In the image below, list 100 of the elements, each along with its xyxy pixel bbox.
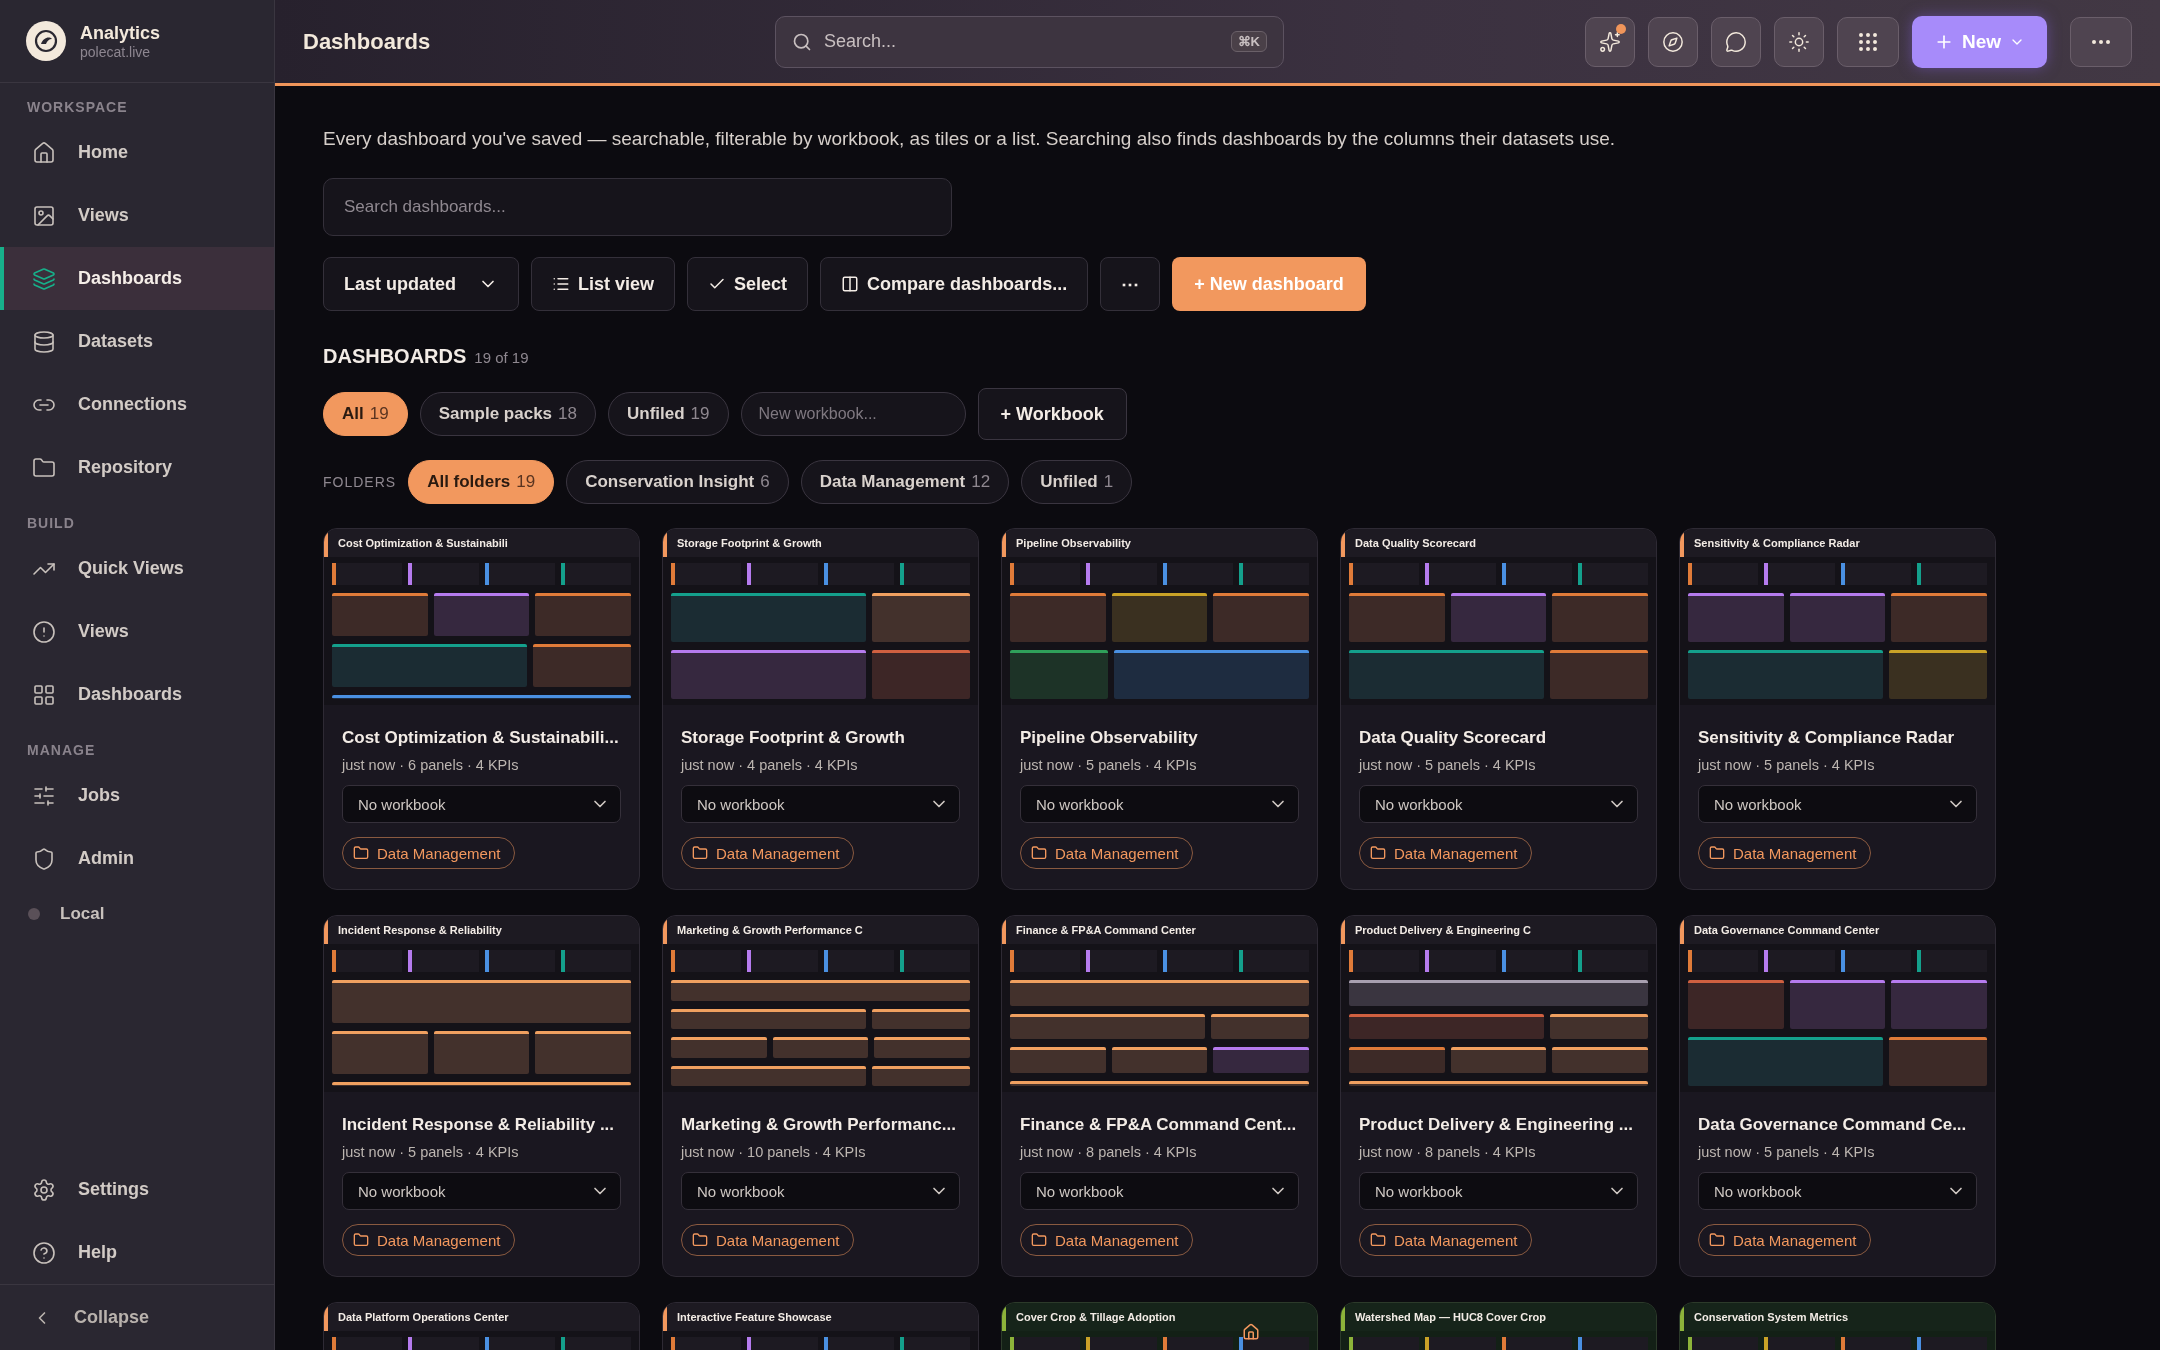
workbook-select[interactable]: No workbook <box>1698 1172 1977 1210</box>
dashboard-card[interactable]: Pipeline Observability Pipeline Observability just now · 5 panels · 4 KPIs No workbook Data Management <box>1001 528 1318 890</box>
filter-chip[interactable]: Sample packs 18 <box>419 392 596 436</box>
dashboard-card[interactable]: Data Platform Operations Center <box>323 1302 640 1350</box>
compare-icon <box>841 275 860 293</box>
theme-button[interactable] <box>1773 16 1824 67</box>
search-field[interactable]: Search dashboards... <box>323 178 952 236</box>
dashboard-card[interactable]: Incident Response & Reliability Incident Response & Reliability ... just now · 5 panels · 4 KPIs No workbook Data Management <box>323 915 640 1277</box>
alert-icon <box>32 619 56 644</box>
card-header: Cover Crop & Tillage Adoption <box>1002 1303 1317 1331</box>
nav-item[interactable]: Admin <box>0 827 274 890</box>
compare-button[interactable]: Compare dashboards... <box>820 257 1089 311</box>
card-title: Cost Optimization & Sustainabili... <box>342 727 620 749</box>
folder-icon <box>1709 1232 1725 1248</box>
card-meta: just now · 8 panels · 4 KPIs <box>1020 1144 1198 1160</box>
folder-chip[interactable]: Data Management 12 <box>800 460 1010 504</box>
workbook-select[interactable]: No workbook <box>1698 785 1977 823</box>
add-workbook-button[interactable]: + Workbook <box>977 388 1127 440</box>
card-meta: just now · 10 panels · 4 KPIs <box>681 1144 867 1160</box>
shield-icon <box>32 846 56 871</box>
collapse-button[interactable]: Collapse <box>0 1284 274 1350</box>
card-title: Incident Response & Reliability ... <box>342 1114 616 1136</box>
card-header: Finance & FP&A Command Center <box>1002 916 1317 944</box>
section-count: 19 of 19 <box>474 349 529 366</box>
apps-button[interactable] <box>1836 16 1899 67</box>
dashboard-card[interactable]: Finance & FP&A Command Center Finance & FP&A Command Cent... just now · 8 panels · 4 KPIs No workbook Data Management <box>1001 915 1318 1277</box>
workbook-select[interactable]: No workbook <box>1020 1172 1299 1210</box>
folder-chip[interactable]: All folders 19 <box>408 460 555 504</box>
nav-item[interactable]: Connections <box>0 373 274 436</box>
dashboard-card[interactable]: Cost Optimization & Sustainabili Cost Optimization & Sustainabili... just now · 6 panels · 4 KPIs No workbook Data Management <box>323 528 640 890</box>
section-heading: BUILD <box>26 514 76 533</box>
sliders-icon <box>32 783 56 808</box>
help-icon <box>32 1240 56 1265</box>
nav-item[interactable]: Datasets <box>0 310 274 373</box>
nav-item[interactable]: Quick Views <box>0 537 274 600</box>
list-button[interactable]: List view <box>531 257 676 311</box>
app-domain: polecat.live <box>80 43 152 60</box>
card-meta: just now · 5 panels · 4 KPIs <box>1020 757 1198 773</box>
nav-item[interactable]: Settings <box>0 1158 274 1221</box>
new-workbook-field[interactable]: New workbook... <box>740 392 966 436</box>
card-header: Conservation System Metrics <box>1680 1303 1995 1331</box>
card-header: Data Platform Operations Center <box>324 1303 639 1331</box>
card-header: Data Quality Scorecard <box>1341 529 1656 557</box>
section-title: DASHBOARDS <box>323 345 467 368</box>
card-meta: just now · 5 panels · 4 KPIs <box>1359 757 1537 773</box>
page-title: Dashboards <box>303 28 432 55</box>
nav-item[interactable]: Jobs <box>0 764 274 827</box>
nav-item[interactable]: Help <box>0 1221 274 1284</box>
database-icon <box>32 329 56 354</box>
folder-chip[interactable]: Unfiled 1 <box>1021 460 1133 504</box>
sort-select[interactable]: Last updated <box>323 257 519 311</box>
search-field[interactable]: Search... ⌘K <box>775 15 1284 68</box>
dashboard-card[interactable]: Cover Crop & Tillage Adoption <box>1001 1302 1318 1350</box>
folder-icon <box>353 1232 369 1248</box>
more-button[interactable]: ⋯ <box>1100 257 1161 311</box>
card-header: Cost Optimization & Sustainabili <box>324 529 639 557</box>
card-header: Watershed Map — HUC8 Cover Crop <box>1341 1303 1656 1331</box>
workbook-select[interactable]: No workbook <box>342 785 621 823</box>
sparkle-icon <box>1598 30 1621 53</box>
dashboard-card[interactable]: Data Quality Scorecard Data Quality Scorecard just now · 5 panels · 4 KPIs No workbook Data Management <box>1340 528 1657 890</box>
dashboard-card[interactable]: Storage Footprint & Growth Storage Footprint & Growth just now · 4 panels · 4 KPIs No workbook Data Management <box>662 528 979 890</box>
card-meta: just now · 5 panels · 4 KPIs <box>1698 757 1876 773</box>
card-title: Data Quality Scorecard <box>1359 727 1548 749</box>
workbook-select[interactable]: No workbook <box>681 785 960 823</box>
card-header: Marketing & Growth Performance C <box>663 916 978 944</box>
nav-item[interactable]: Views <box>0 184 274 247</box>
workbook-select[interactable]: No workbook <box>1359 785 1638 823</box>
nav-item[interactable]: Views <box>0 600 274 663</box>
explore-button[interactable] <box>1647 16 1698 67</box>
dashboard-card[interactable]: Interactive Feature Showcase <box>662 1302 979 1350</box>
nav-item[interactable]: Dashboards <box>0 663 274 726</box>
filter-chip[interactable]: Unfiled 19 <box>608 392 729 436</box>
card-title: Pipeline Observability <box>1020 727 1199 749</box>
card-meta: just now · 5 panels · 4 KPIs <box>1698 1144 1876 1160</box>
workbook-select[interactable]: No workbook <box>342 1172 621 1210</box>
dashboard-card[interactable]: Product Delivery & Engineering C Product Delivery & Engineering ... just now · 8 panels · 4 KPIs No workbook Data Management <box>1340 915 1657 1277</box>
card-meta: just now · 6 panels · 4 KPIs <box>342 757 520 773</box>
dashboard-card[interactable]: Conservation System Metrics <box>1679 1302 1996 1350</box>
chat-button[interactable] <box>1710 16 1761 67</box>
card-header: Pipeline Observability <box>1002 529 1317 557</box>
card-title: Storage Footprint & Growth <box>681 727 906 749</box>
nav-item[interactable]: Home <box>0 121 274 184</box>
workbook-select[interactable]: No workbook <box>681 1172 960 1210</box>
workbook-select[interactable]: No workbook <box>1020 785 1299 823</box>
nav-item[interactable]: Repository <box>0 436 274 499</box>
dashboard-card[interactable]: Watershed Map — HUC8 Cover Crop <box>1340 1302 1657 1350</box>
chat-icon <box>1724 30 1747 53</box>
assistant-button[interactable] <box>1584 16 1635 67</box>
check-button[interactable]: Select <box>687 257 809 311</box>
folder-icon <box>1031 845 1047 861</box>
filter-chip[interactable]: All 19 <box>323 392 408 436</box>
dashboard-card[interactable]: Marketing & Growth Performance C Marketing & Growth Performanc... just now · 10 panels · 4 KPIs No workbook Data Management <box>662 915 979 1277</box>
card-meta: just now · 5 panels · 4 KPIs <box>342 1144 520 1160</box>
dashboard-card[interactable]: Data Governance Command Center Data Governance Command Ce... just now · 5 panels · 4 KPIs No workbook Data Management <box>1679 915 1996 1277</box>
dashboard-card[interactable]: Sensitivity & Compliance Radar Sensitivity & Compliance Radar just now · 5 panels · 4 KPIs No workbook Data Management <box>1679 528 1996 890</box>
card-title: Marketing & Growth Performanc... <box>681 1114 957 1136</box>
nav-item[interactable]: Dashboards <box>0 247 274 310</box>
card-meta: just now · 8 panels · 4 KPIs <box>1359 1144 1537 1160</box>
workbook-select[interactable]: No workbook <box>1359 1172 1638 1210</box>
folder-chip[interactable]: Conservation Insight 6 <box>566 460 789 504</box>
